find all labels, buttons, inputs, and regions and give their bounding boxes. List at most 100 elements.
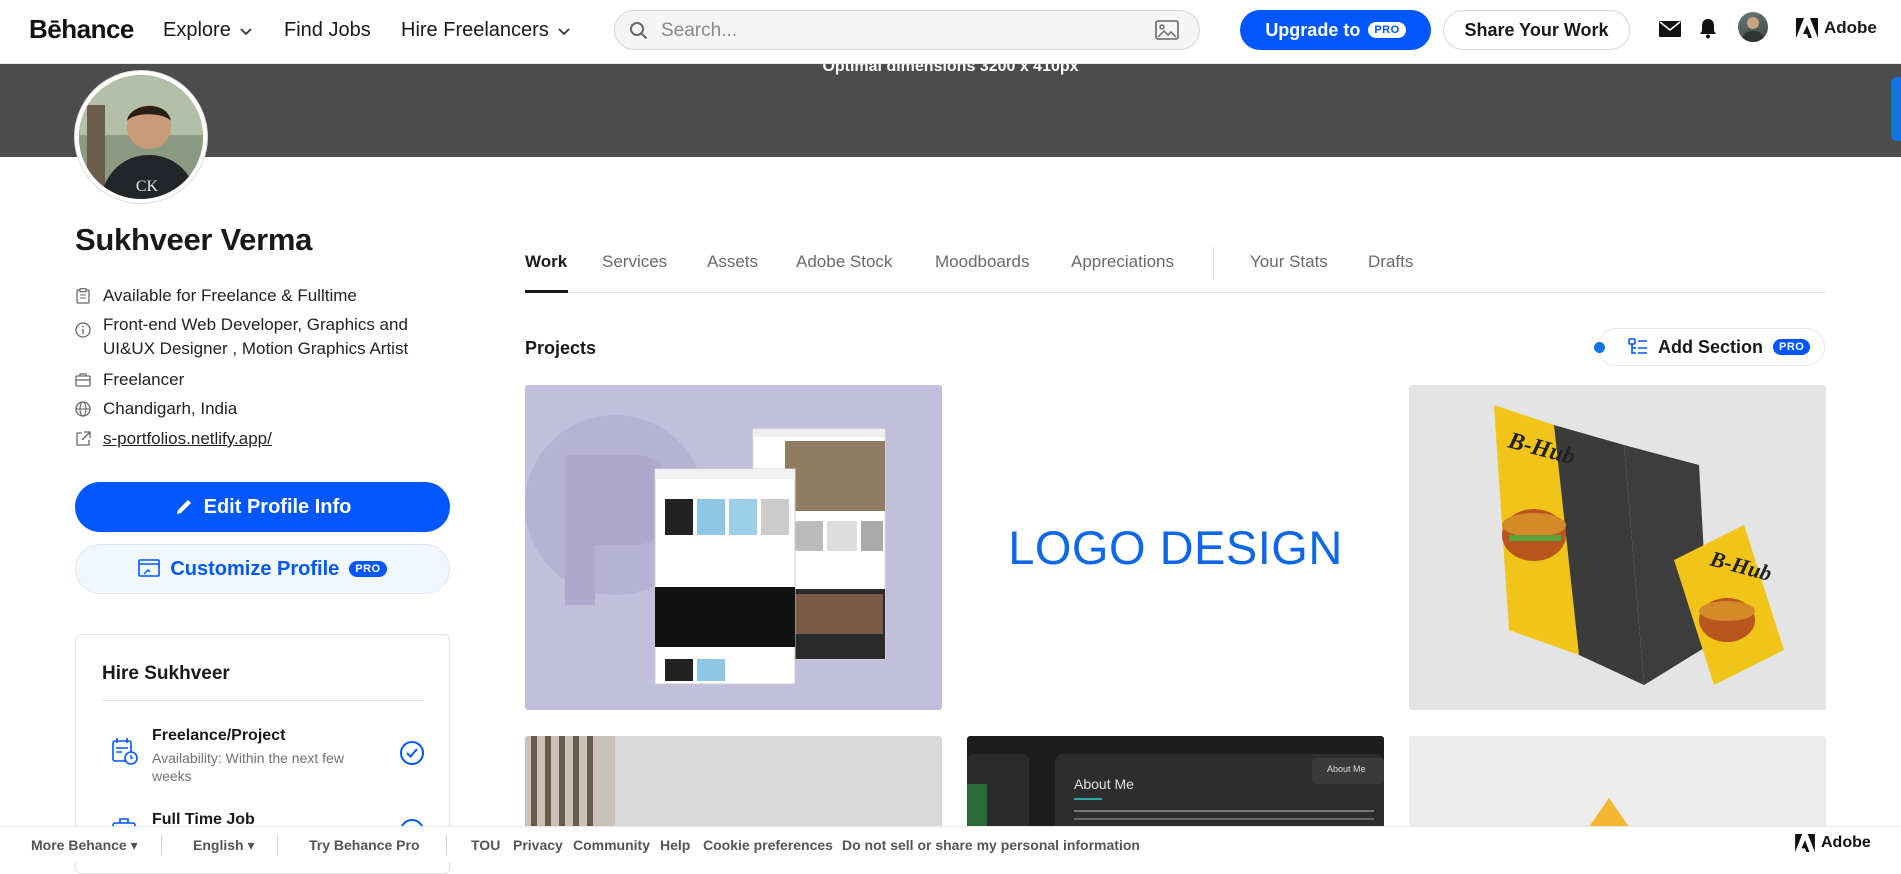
project-card[interactable]: B-Hub B-Hub — [1409, 385, 1826, 710]
nav-find-jobs-label: Find Jobs — [284, 19, 371, 41]
project-card[interactable] — [525, 385, 942, 710]
briefcase-icon — [75, 373, 91, 387]
tab-services[interactable]: Services — [602, 252, 667, 272]
project-card[interactable]: About Me About Me — [967, 736, 1384, 836]
footer-try-pro[interactable]: Try Behance Pro — [309, 837, 420, 853]
occupation-text: Freelancer — [103, 370, 185, 389]
customize-layout-icon — [138, 559, 161, 577]
hire-option-subtitle: Availability: Within the next few weeks — [152, 750, 344, 784]
footer-adobe[interactable]: Adobe — [1795, 834, 1871, 852]
search-input[interactable] — [659, 19, 1119, 43]
footer-more-behance-label: More Behance — [31, 837, 127, 853]
tab-divider — [1213, 246, 1214, 280]
add-section-label: Add Section — [1658, 336, 1764, 357]
project-thumbnail — [525, 736, 942, 836]
adobe-menu[interactable]: Adobe — [1796, 18, 1877, 38]
footer-link-tou[interactable]: TOU — [471, 837, 500, 853]
website-link[interactable]: s-portfolios.netlify.app/ — [103, 427, 272, 451]
info-icon — [75, 322, 91, 338]
pencil-icon — [176, 500, 191, 514]
search-bar — [614, 10, 1200, 50]
tab-work[interactable]: Work — [525, 252, 567, 272]
project-thumbnail — [525, 415, 886, 685]
chevron-down-icon — [240, 27, 252, 35]
footer-link-community[interactable]: Community — [573, 837, 650, 853]
pro-badge: PRO — [1368, 22, 1406, 38]
location-text: Chandigarh, India — [103, 399, 238, 418]
tab-appreciations[interactable]: Appreciations — [1071, 252, 1174, 272]
tab-moodboards[interactable]: Moodboards — [935, 252, 1030, 272]
upgrade-label: Upgrade to — [1265, 19, 1361, 40]
banner-side-tab[interactable] — [1891, 77, 1901, 141]
about-me-heading: About Me — [1074, 776, 1134, 792]
image-search-icon[interactable] — [1155, 20, 1179, 40]
upgrade-to-pro-button[interactable]: Upgrade to PRO — [1240, 10, 1431, 50]
footer-adobe-label: Adobe — [1821, 834, 1871, 851]
pro-badge: PRO — [1773, 339, 1811, 355]
project-thumbnail — [967, 754, 1384, 836]
edit-profile-label: Edit Profile Info — [203, 495, 352, 518]
profile-avatar[interactable]: CK — [75, 71, 207, 203]
customize-profile-button[interactable]: Customize Profile PRO — [75, 544, 450, 594]
project-card[interactable]: LOGO DESIGN — [967, 385, 1384, 710]
nav-find-jobs[interactable]: Find Jobs — [284, 19, 371, 42]
divider — [102, 700, 424, 701]
chevron-down-icon — [558, 27, 570, 35]
nav-explore[interactable]: Explore — [163, 19, 253, 42]
divider — [277, 835, 278, 855]
tab-adobe-stock[interactable]: Adobe Stock — [796, 252, 892, 272]
profile-banner[interactable]: Optimal dimensions 3200 x 410px — [0, 58, 1901, 157]
location-row: Chandigarh, India — [75, 397, 237, 421]
footer-link-help[interactable]: Help — [660, 837, 690, 853]
headline-row: Front-end Web Developer, Graphics and UI… — [75, 313, 408, 361]
svg-text:CK: CK — [136, 178, 159, 195]
profile-tabs: Work Services Assets Adobe Stock Moodboa… — [525, 238, 1826, 293]
project-thumbnail — [1584, 798, 1634, 834]
project-card[interactable] — [1409, 736, 1826, 836]
calendar-clock-icon — [112, 738, 138, 765]
check-circle-icon[interactable] — [400, 741, 424, 765]
hire-option-freelance[interactable]: Freelance/Project Availability: Within t… — [102, 727, 424, 787]
nav-hire-freelancers[interactable]: Hire Freelancers — [401, 19, 571, 42]
nav-hire-freelancers-label: Hire Freelancers — [401, 19, 549, 41]
edit-profile-button[interactable]: Edit Profile Info — [75, 482, 450, 532]
notification-bell-icon[interactable] — [1699, 18, 1717, 39]
footer-more-behance[interactable]: More Behance ▾ — [31, 837, 138, 854]
website-row: s-portfolios.netlify.app/ — [75, 427, 272, 451]
occupation-row: Freelancer — [75, 368, 184, 392]
hire-option-title: Freelance/Project — [152, 727, 286, 744]
behance-logo[interactable]: Bēhance — [29, 14, 134, 45]
divider — [446, 835, 447, 855]
footer: More Behance ▾ English ▾ Try Behance Pro… — [0, 826, 1901, 862]
footer-link-do-not-sell[interactable]: Do not sell or share my personal informa… — [842, 837, 1140, 853]
project-card[interactable] — [525, 736, 942, 836]
add-section-button[interactable]: Add Section PRO — [1597, 328, 1825, 366]
globe-icon — [75, 401, 91, 417]
active-tab-indicator — [525, 290, 568, 293]
avatar-photo — [1741, 17, 1765, 42]
tab-your-stats[interactable]: Your Stats — [1250, 252, 1328, 272]
customize-profile-label: Customize Profile — [170, 557, 340, 580]
project-thumbnail: B-Hub B-Hub — [1494, 405, 1784, 685]
adobe-label: Adobe — [1824, 18, 1877, 37]
hire-title: Hire Sukhveer — [102, 663, 230, 684]
headline-line-2: UI&UX Designer , Motion Graphics Artist — [103, 339, 409, 358]
footer-language[interactable]: English ▾ — [193, 837, 254, 854]
search-icon — [630, 22, 648, 40]
share-your-work-button[interactable]: Share Your Work — [1443, 10, 1630, 50]
profile-name: Sukhveer Verma — [75, 222, 313, 257]
about-me-tab: About Me — [1327, 764, 1366, 774]
tab-assets[interactable]: Assets — [707, 252, 758, 272]
availability-row: Available for Freelance & Fulltime — [75, 284, 357, 308]
mail-icon[interactable] — [1659, 21, 1681, 37]
profile-photo: CK — [79, 75, 203, 199]
adobe-logo-icon — [1795, 834, 1815, 852]
notification-dot — [1594, 342, 1605, 353]
tab-drafts[interactable]: Drafts — [1368, 252, 1413, 272]
projects-heading: Projects — [525, 338, 597, 358]
footer-link-privacy[interactable]: Privacy — [513, 837, 563, 853]
footer-link-cookie-preferences[interactable]: Cookie preferences — [703, 837, 833, 853]
footer-language-label: English — [193, 837, 244, 853]
user-avatar[interactable] — [1738, 12, 1768, 42]
pro-badge: PRO — [349, 561, 387, 577]
